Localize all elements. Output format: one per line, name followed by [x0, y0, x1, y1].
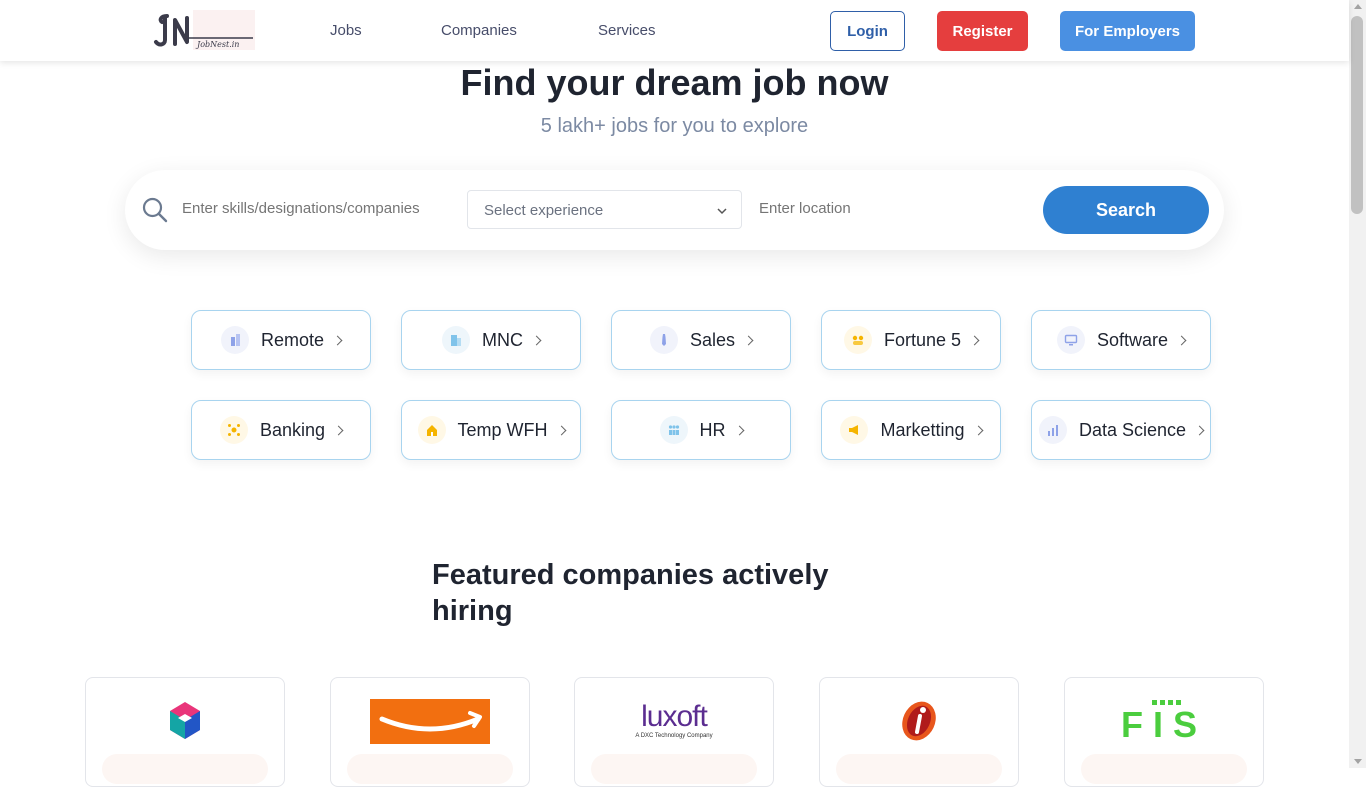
- chevron-right-icon: [1194, 425, 1205, 435]
- search-icon: [141, 196, 169, 224]
- chevron-right-icon: [333, 425, 344, 435]
- category-chip-software[interactable]: Software: [1031, 310, 1211, 370]
- scroll-up-arrow-icon[interactable]: [1354, 4, 1362, 9]
- nav-services[interactable]: Services: [598, 21, 656, 41]
- card-footer: [1081, 754, 1247, 784]
- card-footer: [347, 754, 513, 784]
- tie-icon: [649, 326, 678, 354]
- hero-title: Find your dream job now: [460, 62, 889, 103]
- fis-logo: FIS: [1065, 678, 1263, 764]
- cube-logo: [86, 678, 284, 764]
- chevron-right-icon: [332, 335, 343, 345]
- nav-companies[interactable]: Companies: [441, 21, 517, 41]
- chevron-right-icon: [734, 425, 744, 435]
- category-label: Remote: [260, 330, 325, 350]
- building-icon: [220, 326, 249, 354]
- category-label: Marketting: [880, 420, 965, 440]
- category-chip-temp-wfh[interactable]: Temp WFH: [401, 400, 581, 460]
- chevron-right-icon: [743, 335, 754, 345]
- category-chip-banking[interactable]: Banking: [191, 400, 371, 460]
- category-chip-remote[interactable]: Remote: [191, 310, 371, 370]
- logo-text: JobNest.in: [195, 40, 239, 49]
- category-label: MNC: [482, 330, 523, 350]
- office-icon: [442, 326, 470, 354]
- scroll-thumb[interactable]: [1351, 16, 1363, 214]
- people-icon: [659, 416, 688, 444]
- amazon-logo: [331, 678, 529, 764]
- company-card[interactable]: luxoft A DXC Technology Company: [574, 677, 774, 787]
- category-chip-sales[interactable]: Sales: [611, 310, 791, 370]
- company-card[interactable]: [330, 677, 530, 787]
- login-button[interactable]: Login: [830, 11, 905, 51]
- experience-select-value: Select experience: [484, 202, 604, 219]
- company-card[interactable]: [819, 677, 1019, 787]
- page-scrollbar[interactable]: [1349, 0, 1366, 768]
- category-label: HR: [699, 420, 726, 440]
- search-button[interactable]: Search: [1043, 186, 1209, 234]
- job-search-bar: Select experience Search: [125, 170, 1224, 250]
- for-employers-button[interactable]: For Employers: [1060, 11, 1195, 51]
- category-label: Temp WFH: [457, 420, 548, 440]
- company-card[interactable]: [85, 677, 285, 787]
- chevron-right-icon: [531, 335, 542, 345]
- category-chip-mnc[interactable]: MNC: [401, 310, 581, 370]
- chevron-right-icon: [973, 425, 983, 435]
- experience-select[interactable]: Select experience: [467, 190, 742, 229]
- jobnest-logo[interactable]: JobNest.in: [153, 10, 255, 50]
- category-chip-fortune5[interactable]: Fortune 5: [821, 310, 1001, 370]
- skills-search-input[interactable]: [182, 200, 452, 217]
- luxoft-tagline: A DXC Technology Company: [635, 733, 713, 739]
- category-label: Banking: [259, 420, 326, 440]
- monitor-icon: [1056, 326, 1085, 354]
- scroll-down-arrow-icon[interactable]: [1354, 759, 1362, 764]
- location-input[interactable]: [759, 200, 1029, 217]
- house-icon: [417, 416, 446, 444]
- chevron-right-icon: [1176, 335, 1187, 345]
- category-label: Sales: [689, 330, 736, 350]
- megaphone-icon: [840, 416, 869, 444]
- featured-companies-title: Featured companies actively hiring: [432, 559, 829, 627]
- company-card[interactable]: FIS: [1064, 677, 1264, 787]
- top-header: JobNest.in Jobs Companies Services Login…: [0, 0, 1349, 61]
- card-footer: [836, 754, 1002, 784]
- register-button[interactable]: Register: [937, 11, 1028, 51]
- group-icon: [843, 326, 872, 354]
- category-chip-hr[interactable]: HR: [611, 400, 791, 460]
- luxoft-logo: luxoft A DXC Technology Company: [575, 678, 773, 764]
- chevron-right-icon: [556, 425, 566, 435]
- hero-subtitle: 5 lakh+ jobs for you to explore: [540, 115, 809, 137]
- fis-wordmark: FIS: [1120, 704, 1207, 745]
- network-icon: [219, 416, 248, 444]
- category-chip-data-science[interactable]: Data Science: [1031, 400, 1211, 460]
- nav-jobs[interactable]: Jobs: [330, 21, 362, 41]
- category-label: Data Science: [1078, 420, 1187, 440]
- chevron-down-icon: [717, 203, 727, 215]
- category-label: Fortune 5: [883, 330, 962, 350]
- card-footer: [102, 754, 268, 784]
- card-footer: [591, 754, 757, 784]
- luxoft-wordmark: luxoft: [641, 700, 708, 733]
- bar-chart-icon: [1038, 416, 1067, 444]
- chevron-right-icon: [969, 335, 980, 345]
- icici-logo: [820, 678, 1018, 764]
- category-chip-marketting[interactable]: Marketting: [821, 400, 1001, 460]
- category-label: Software: [1096, 330, 1169, 350]
